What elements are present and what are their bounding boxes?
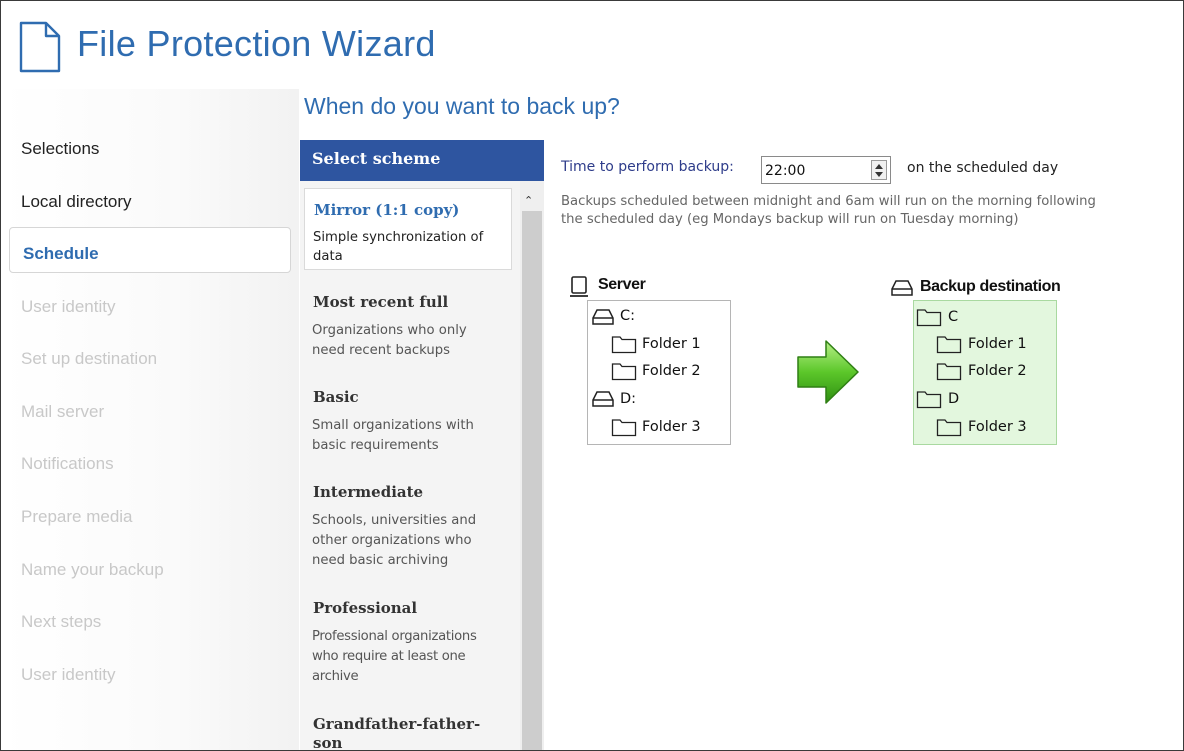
scrollbar-thumb[interactable] [522, 211, 542, 750]
scheme-item-mirror[interactable]: Mirror (1:1 copy) Simple synchronization… [304, 188, 512, 270]
sidebar-item-user-identity: User identity [21, 297, 116, 316]
scheme-title: Mirror (1:1 copy) [314, 201, 460, 219]
scroll-up-icon[interactable]: ⌃ [524, 194, 533, 207]
destination-title: Backup destination [920, 278, 1061, 295]
scheme-item-intermediate[interactable]: Intermediate Schools, universities and o… [300, 479, 520, 579]
source-title: Server [598, 276, 646, 293]
source-drive-label: D: [620, 391, 637, 407]
scheme-description-line: need basic archiving [312, 553, 449, 568]
scheme-description-line: Small organizations with [312, 418, 474, 433]
scheme-title: Intermediate [313, 483, 424, 501]
source-folder-label: Folder 1 [642, 336, 701, 352]
backup-note-line: the scheduled day (eg Mondays backup wil… [561, 212, 1019, 227]
destination-drive-label: C [948, 309, 959, 325]
scheme-description-line: Organizations who only [312, 323, 467, 338]
sidebar-item-set-up-destination: Set up destination [21, 349, 158, 368]
scheme-description-line: Professional organizations [312, 629, 477, 644]
sidebar-item-mail-server: Mail server [21, 402, 105, 421]
folder-icon [611, 419, 637, 437]
scheme-title: Professional [313, 599, 418, 617]
source-folder-label: Folder 3 [642, 419, 701, 435]
time-spinner[interactable] [871, 160, 887, 180]
scheme-item-most-recent-full[interactable]: Most recent full Organizations who only … [300, 289, 520, 369]
scheme-description-line: archive [312, 669, 359, 684]
backup-note: Backups scheduled between midnight and 6… [561, 193, 1181, 229]
time-suffix: on the scheduled day [907, 160, 1059, 176]
destination-folder-label: Folder 3 [968, 419, 1027, 435]
folder-icon [611, 363, 637, 381]
time-input[interactable]: 22:00 [761, 156, 891, 184]
scheme-description-line: who require at least one [312, 649, 466, 664]
sidebar-item-schedule[interactable]: Schedule [23, 244, 99, 264]
scheme-description: Simple synchronization of data [313, 228, 513, 266]
scheme-description: Organizations who only need recent backu… [312, 321, 518, 361]
destination-folder-label: Folder 1 [968, 336, 1027, 352]
sidebar-item-selections[interactable]: Selections [21, 139, 99, 159]
source-drive-label: C: [620, 308, 636, 324]
scheme-title: Grandfather-father- son [313, 715, 481, 751]
sidebar-item-name-your-backup: Name your backup [21, 560, 164, 579]
spinner-up-icon[interactable] [875, 164, 883, 169]
header: File Protection Wizard [1, 1, 1183, 89]
app-title: File Protection Wizard [77, 23, 436, 64]
sidebar-item-user-identity-2: User identity [21, 665, 116, 684]
scheme-description-line: Simple synchronization of [313, 230, 484, 245]
scheme-description-line: basic requirements [312, 438, 439, 453]
folder-icon [916, 309, 942, 327]
scheme-item-grandfather-father-son[interactable]: Grandfather-father- son [300, 711, 520, 751]
scheme-description: Schools, universities and other organiza… [312, 511, 518, 571]
backup-note-line: Backups scheduled between midnight and 6… [561, 194, 1096, 209]
sidebar-item-next-steps: Next steps [21, 612, 102, 631]
scheme-description-line: data [313, 249, 343, 264]
scheme-description: Small organizations with basic requireme… [312, 416, 518, 456]
scheme-title-line: son [313, 734, 343, 751]
scheme-panel-header: Select scheme [300, 140, 544, 181]
drive-icon [592, 309, 614, 325]
sidebar-item-prepare-media: Prepare media [21, 507, 133, 526]
scheme-description-line: other organizations who [312, 533, 472, 548]
scheme-list: Mirror (1:1 copy) Simple synchronization… [300, 181, 520, 751]
sidebar-item-local-directory[interactable]: Local directory [21, 192, 132, 212]
sidebar-item-notifications: Notifications [21, 454, 114, 473]
scheme-title: Most recent full [313, 293, 449, 311]
folder-icon [936, 363, 962, 381]
drive-icon [891, 280, 913, 296]
spinner-down-icon[interactable] [875, 172, 883, 177]
scheme-description: Professional organizations who require a… [312, 627, 518, 687]
folder-icon [936, 336, 962, 354]
scheme-item-professional[interactable]: Professional Professional organizations … [300, 595, 520, 695]
scheme-title-line: Grandfather-father- [313, 715, 481, 733]
drive-icon [592, 391, 614, 407]
page-heading: When do you want to back up? [304, 93, 620, 119]
scheme-item-basic[interactable]: Basic Small organizations with basic req… [300, 384, 520, 464]
time-label: Time to perform backup: [561, 159, 734, 175]
document-icon [19, 21, 61, 73]
scheme-title: Basic [313, 388, 359, 406]
source-folder-label: Folder 2 [642, 363, 701, 379]
destination-folder-label: Folder 2 [968, 363, 1027, 379]
folder-icon [916, 391, 942, 409]
time-value: 22:00 [765, 163, 806, 179]
scheme-description-line: need recent backups [312, 343, 451, 358]
folder-icon [611, 336, 637, 354]
scheme-description-line: Schools, universities and [312, 513, 477, 528]
folder-icon [936, 419, 962, 437]
destination-drive-label: D [948, 391, 960, 407]
green-right-arrow-icon [797, 340, 859, 404]
computer-icon [570, 276, 588, 297]
wizard-window: File Protection Wizard When do you want … [0, 0, 1184, 751]
